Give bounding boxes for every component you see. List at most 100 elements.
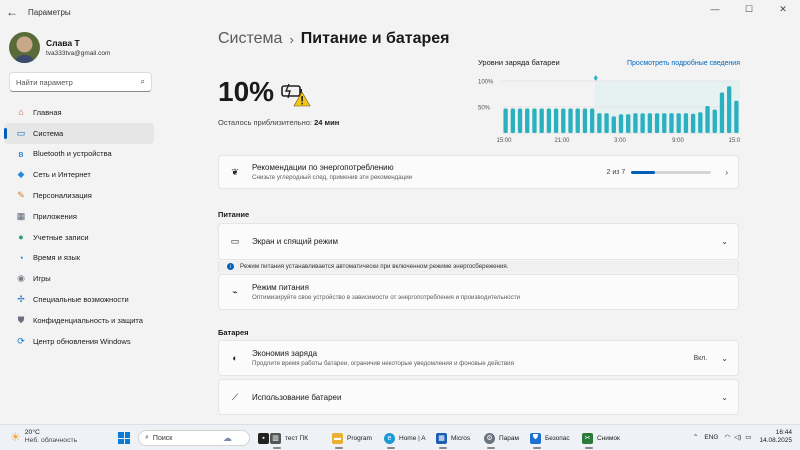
weather-widget[interactable]: ☀ 20°C Неб. облачность (10, 429, 77, 445)
screen-sleep-card[interactable]: ▭ Экран и спящий режим ⌄ (218, 223, 739, 260)
battery-tray-icon[interactable]: ▭ (745, 433, 751, 441)
chart-bar (712, 109, 717, 133)
chart-bar (597, 113, 602, 133)
chart-bar (525, 108, 530, 133)
power-mode-card[interactable]: ⌁ Режим питания Оптимизируйте свое устро… (218, 274, 739, 310)
screen-sleep-icon: ▭ (230, 236, 240, 246)
bluetooth-icon: ʙ (18, 148, 24, 159)
sidebar-nav: ⌂ Главная ▭ Система ʙ Bluetooth и устройств… (0, 102, 160, 352)
view-details-link[interactable]: Просмотреть подробные сведения (627, 59, 740, 67)
sidebar-item-label: Учетные записи (33, 232, 89, 242)
battery-saver-card[interactable]: ◐ Экономия заряда Продлите время работы … (218, 340, 739, 376)
chart-bar (662, 113, 667, 133)
start-button[interactable] (118, 432, 130, 444)
user-name: Слава Т (46, 37, 80, 48)
recommendations-subtitle: Снизьте углеродный след, применив эти ре… (252, 174, 413, 181)
user-email: tva333tva@gmail.com (46, 49, 111, 57)
maximize-button[interactable]: ☐ (732, 0, 766, 22)
chart-bar (633, 113, 638, 133)
taskbar-app-security[interactable]: ⛊ Безопас (530, 430, 570, 449)
chart-bar (575, 108, 580, 133)
sidebar-item-personalization[interactable]: ✎ Персонализация (4, 185, 154, 206)
screen-sleep-title: Экран и спящий режим (252, 237, 339, 246)
sidebar-item-home[interactable]: ⌂ Главная (4, 102, 154, 123)
snipping-icon: ✂ (582, 432, 593, 444)
chart-x-tick: 15:00 (496, 138, 512, 144)
chart-x-tick: 9:00 (672, 138, 684, 144)
sidebar-item-apps[interactable]: ▦ Приложения (4, 206, 154, 227)
minimize-button[interactable]: — (698, 0, 732, 22)
sidebar-item-label: Персонализация (33, 191, 92, 201)
chart-bar (510, 108, 515, 133)
search-icon: ⌕ (145, 434, 149, 441)
chart-bar (647, 113, 653, 133)
sidebar-item-label: Приложения (33, 211, 77, 221)
sidebar-item-system[interactable]: ▭ Система (4, 122, 154, 144)
sidebar-item-windows-update[interactable]: ⟳ Центр обновления Windows (4, 331, 154, 352)
taskbar: ☀ 20°C Неб. облачность ⌕ ☁ ▪ ▥тест ПК ▬P… (0, 424, 800, 450)
person-icon: ● (18, 232, 24, 243)
monitor-icon: ▭ (16, 127, 26, 138)
close-button[interactable]: ✕ (766, 0, 800, 22)
chevron-right-icon[interactable]: › (725, 168, 728, 177)
breadcrumb-parent[interactable]: Система (218, 30, 282, 48)
sidebar-item-label: Bluetooth и устройства (33, 149, 112, 159)
chart-bar (546, 108, 552, 133)
sidebar-item-accounts[interactable]: ● Учетные записи (4, 227, 154, 248)
sidebar-item-privacy[interactable]: ⛊ Конфиденциальность и защита (4, 310, 154, 331)
leaf-icon: ❦ (231, 166, 239, 177)
update-icon: ⟳ (17, 335, 25, 346)
sidebar-item-accessibility[interactable]: ✢ Специальные возможности (4, 289, 154, 310)
recommendations-count: 2 из 7 (606, 168, 626, 176)
clock[interactable]: 16:44 14.08.2025 (759, 429, 792, 445)
taskbar-app-settings[interactable]: ⚙ Парам (484, 430, 519, 449)
search-icon[interactable]: ⌕ (141, 77, 145, 87)
globe-clock-icon: ◔ (18, 252, 24, 263)
chart-bar (719, 92, 725, 133)
store-icon: ▦ (436, 432, 447, 444)
chart-bar (705, 105, 710, 133)
taskbar-app-test-pc[interactable]: ▥ тест ПК (270, 430, 308, 449)
apps-icon: ▦ (16, 210, 26, 221)
language-indicator[interactable]: ENG (704, 434, 718, 441)
sidebar-item-label: Центр обновления Windows (33, 336, 131, 346)
taskbar-search[interactable]: ⌕ ☁ (138, 430, 250, 446)
battery-saver-title: Экономия заряда (252, 349, 318, 358)
taskbar-app-microsoft[interactable]: ▦ Micros (436, 430, 470, 449)
volume-icon[interactable]: ◁) (734, 433, 741, 441)
sidebar-item-bluetooth[interactable]: ʙ Bluetooth и устройства (4, 144, 154, 165)
sidebar-item-label: Игры (33, 274, 51, 284)
chevron-down-icon[interactable]: ⌄ (721, 393, 728, 402)
search-box[interactable]: ⌕ (9, 72, 152, 92)
search-input[interactable] (16, 77, 141, 87)
main-content: Система › Питание и батарея 10% Осталось… (218, 24, 740, 424)
chart-bar (727, 86, 732, 133)
brush-icon: ✎ (17, 190, 25, 201)
sidebar: Слава Т tva333tva@gmail.com ⌕ ⌂ Главная ▭… (0, 24, 160, 424)
folder-icon: ▬ (332, 432, 343, 444)
chart-bar (690, 113, 696, 133)
wifi-icon[interactable]: ◠ (724, 433, 730, 441)
back-arrow-icon[interactable]: ← (0, 5, 24, 19)
sidebar-item-time-language[interactable]: ◔ Время и язык (4, 248, 154, 269)
chevron-down-icon[interactable]: ⌄ (721, 237, 728, 246)
page-title: Питание и батарея (300, 30, 450, 47)
chevron-down-icon[interactable]: ⌄ (721, 354, 728, 363)
taskbar-app-edge[interactable]: e Home | A (384, 430, 426, 449)
user-account[interactable]: Слава Т tva333tva@gmail.com (0, 24, 160, 64)
chart-title: Уровни заряда батареи (478, 58, 560, 67)
taskbar-app-snipping[interactable]: ✂ Снимок (582, 430, 620, 449)
chart-line-icon: ⟋ (231, 391, 239, 402)
recommendations-card[interactable]: ❦ Рекомендации по энергопотреблению Сниз… (218, 155, 739, 189)
taskbar-search-input[interactable] (152, 434, 223, 442)
chart-bar (698, 112, 703, 133)
chart-bar (503, 108, 508, 133)
sidebar-item-gaming[interactable]: ◉ Игры (4, 268, 154, 289)
info-icon: i (227, 263, 234, 270)
battery-saver-state: Вкл. (693, 354, 708, 362)
battery-saver-subtitle: Продлите время работы батареи, ограничив… (252, 360, 514, 367)
battery-usage-card[interactable]: ⟋ Использование батареи ⌄ (218, 379, 739, 415)
sidebar-item-network[interactable]: ◆ Сеть и Интернет (4, 164, 154, 185)
taskbar-app-program[interactable]: ▬ Program (332, 430, 372, 449)
chevron-up-icon[interactable]: ⌃ (693, 433, 698, 441)
